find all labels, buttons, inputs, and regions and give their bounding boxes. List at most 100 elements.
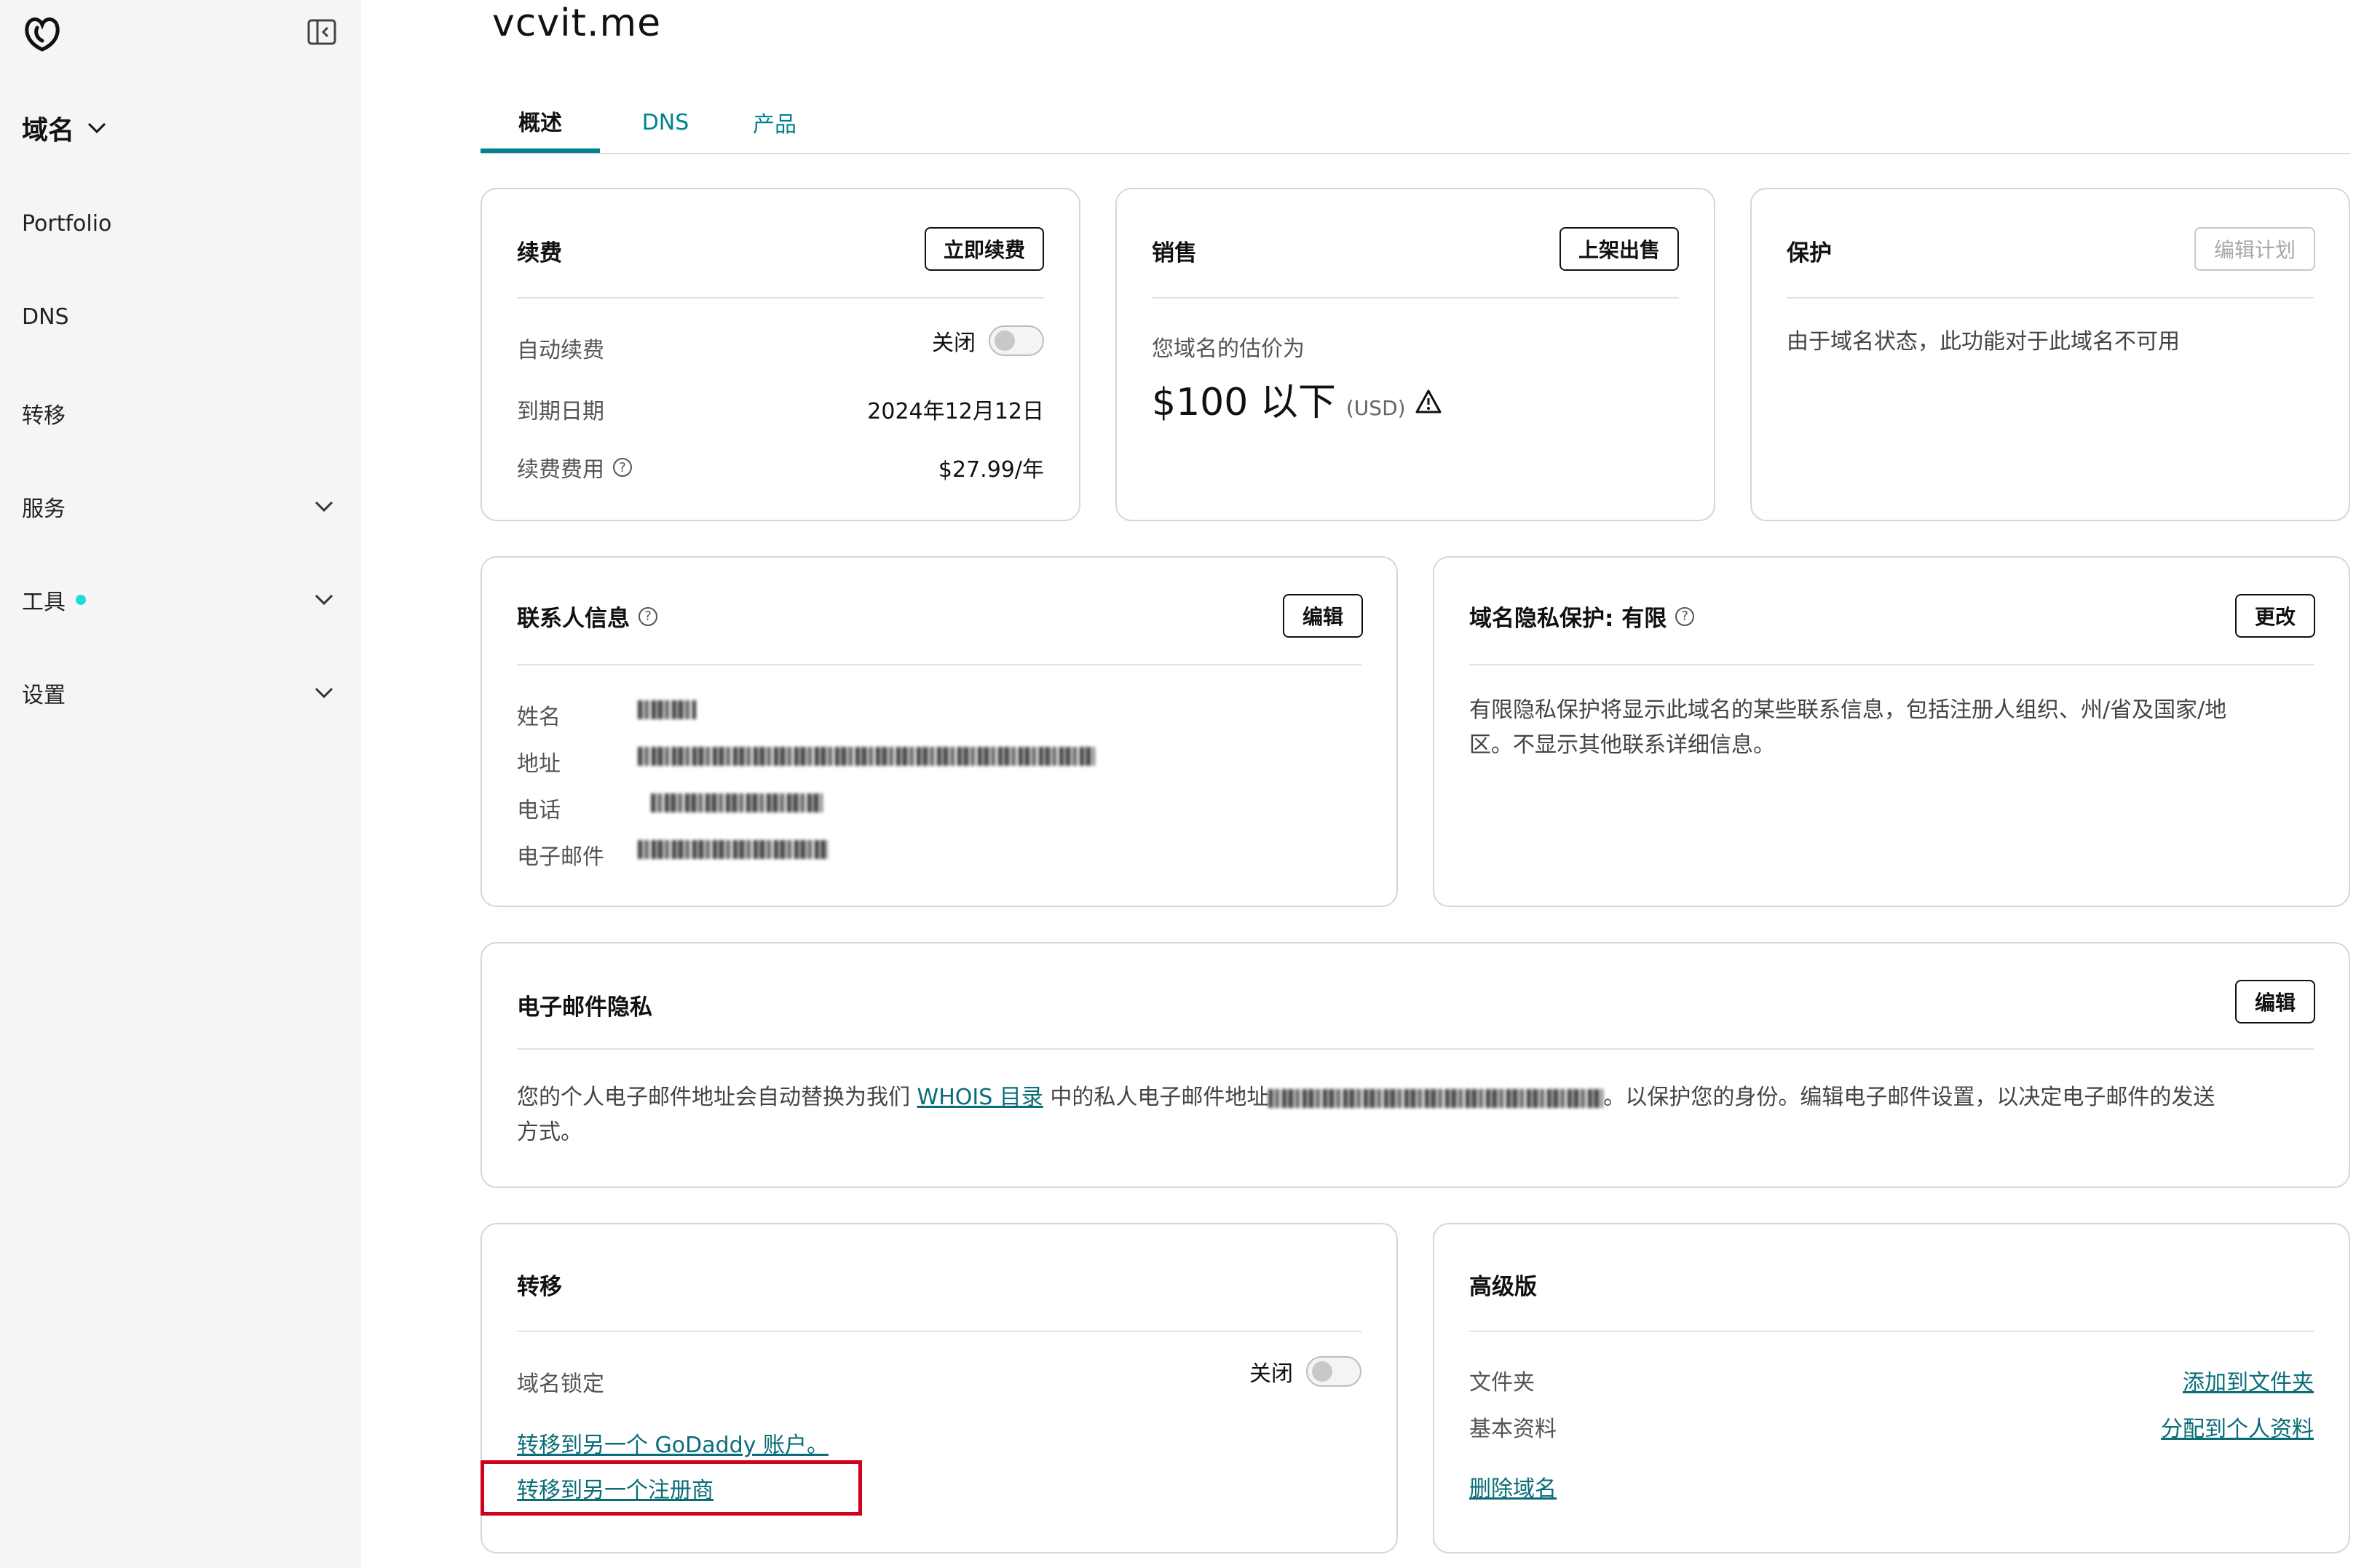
divider bbox=[517, 664, 1361, 665]
chevron-down-icon bbox=[87, 122, 106, 134]
auto-renew-control: 关闭 bbox=[932, 325, 1044, 357]
divider bbox=[517, 1331, 1361, 1332]
card-title: 高级版 bbox=[1469, 1274, 1537, 1300]
domain-lock-status: 关闭 bbox=[1249, 1361, 1293, 1387]
protection-message: 由于域名状态，此功能对于此域名不可用 bbox=[1787, 329, 2180, 355]
card-title-row: 联系人信息 ? bbox=[517, 600, 657, 633]
expiry-value: 2024年12月12日 bbox=[867, 399, 1044, 424]
card-title: 域名隐私保护: 有限 bbox=[1469, 606, 1667, 632]
card-title: 销售 bbox=[1152, 240, 1197, 266]
email-privacy-message: 您的个人电子邮件地址会自动替换为我们 WHOIS 目录 中的私人电子邮件地址 。以… bbox=[517, 1080, 2322, 1150]
domain-switch-label: 域名 bbox=[22, 116, 75, 146]
sidebar-item-label: 工具 bbox=[22, 590, 66, 615]
whois-directory-link[interactable]: WHOIS 目录 bbox=[917, 1085, 1043, 1110]
contact-name-value bbox=[638, 700, 696, 719]
sidebar-item-label: DNS bbox=[22, 304, 69, 330]
contact-phone-value bbox=[651, 793, 823, 812]
edit-email-privacy-button[interactable]: 编辑 bbox=[2235, 980, 2315, 1023]
warning-icon[interactable] bbox=[1415, 389, 1442, 415]
sidebar-item-dns[interactable]: DNS bbox=[22, 304, 335, 330]
tab-dns[interactable]: DNS bbox=[616, 93, 715, 151]
list-for-sale-button[interactable]: 上架出售 bbox=[1559, 227, 1679, 271]
sidebar: 域名 Portfolio DNS 转移 服务 工具 设置 bbox=[0, 0, 361, 1568]
auto-renew-label: 自动续费 bbox=[517, 338, 604, 363]
estimate-label: 您域名的估价为 bbox=[1152, 336, 1305, 362]
premium-card: 高级版 文件夹 添加到文件夹 基本资料 分配到个人资料 删除域名 bbox=[1433, 1223, 2350, 1553]
masked-email bbox=[1268, 1088, 1604, 1108]
domain-privacy-card: 域名隐私保护: 有限 ? 更改 有限隐私保护将显示此域名的某些联系信息，包括注册… bbox=[1433, 556, 2350, 907]
profile-label: 基本资料 bbox=[1469, 1417, 1557, 1442]
notification-dot-icon bbox=[76, 595, 86, 605]
contact-phone-label: 电话 bbox=[517, 798, 561, 823]
email-privacy-line: 方式。 bbox=[517, 1120, 582, 1145]
divider bbox=[1469, 1331, 2314, 1332]
help-icon[interactable]: ? bbox=[639, 606, 657, 626]
domain-lock-toggle[interactable] bbox=[1306, 1356, 1361, 1387]
divider bbox=[1787, 297, 2314, 298]
highlight-box bbox=[481, 1460, 862, 1516]
email-privacy-text: 您的个人电子邮件地址会自动替换为我们 bbox=[517, 1085, 910, 1110]
edit-contact-button[interactable]: 编辑 bbox=[1283, 594, 1363, 638]
help-icon[interactable]: ? bbox=[1675, 606, 1695, 626]
divider bbox=[1469, 664, 2314, 665]
contact-email-value bbox=[638, 840, 829, 859]
renewal-fee-value: $27.99/年 bbox=[938, 457, 1044, 483]
edit-plan-button[interactable]: 编辑计划 bbox=[2194, 227, 2315, 271]
godaddy-logo-icon[interactable] bbox=[20, 12, 64, 55]
renewal-fee-text: 续费费用 bbox=[517, 457, 604, 483]
tab-label: 产品 bbox=[753, 112, 796, 138]
tab-overview[interactable]: 概述 bbox=[481, 93, 600, 153]
add-to-folder-link[interactable]: 添加到文件夹 bbox=[2183, 1364, 2314, 1396]
delete-domain-link[interactable]: 删除域名 bbox=[1469, 1470, 1557, 1502]
contact-address-label: 地址 bbox=[517, 751, 561, 777]
tab-products[interactable]: 产品 bbox=[731, 93, 818, 151]
card-title: 保护 bbox=[1787, 240, 1832, 266]
domain-switch-menu[interactable]: 域名 bbox=[22, 109, 108, 147]
protection-card: 保护 编辑计划 由于域名状态，此功能对于此域名不可用 bbox=[1750, 188, 2350, 521]
email-privacy-line: 您的个人电子邮件地址会自动替换为我们 WHOIS 目录 中的私人电子邮件地址 。以… bbox=[517, 1080, 2322, 1115]
sidebar-item-transfer[interactable]: 转移 bbox=[22, 397, 335, 429]
page-title: vcvit.me bbox=[492, 1, 662, 45]
privacy-message-line: 有限隐私保护将显示此域名的某些联系信息，包括注册人组织、州/省及国家/地 bbox=[1469, 697, 2227, 723]
currency-label: (USD) bbox=[1345, 396, 1406, 420]
renewal-card: 续费 立即续费 自动续费 关闭 到期日期 2024年12月12日 续费费用 ? … bbox=[481, 188, 1080, 521]
renewal-fee-label: 续费费用 ? bbox=[517, 451, 632, 483]
chevron-down-icon bbox=[315, 501, 333, 512]
sidebar-item-portfolio[interactable]: Portfolio bbox=[22, 211, 335, 237]
collapse-sidebar-icon[interactable] bbox=[306, 17, 338, 47]
card-title: 转移 bbox=[517, 1274, 562, 1300]
sidebar-item-tools[interactable]: 工具 bbox=[22, 584, 335, 616]
change-privacy-button[interactable]: 更改 bbox=[2235, 594, 2315, 638]
divider bbox=[517, 297, 1044, 298]
email-privacy-text: 。以保护您的身份。编辑电子邮件设置，以决定电子邮件的发送 bbox=[1603, 1085, 2215, 1110]
assign-to-profile-link[interactable]: 分配到个人资料 bbox=[2161, 1411, 2314, 1443]
chevron-down-icon bbox=[315, 687, 333, 699]
privacy-message-line: 区。不显示其他联系详细信息。 bbox=[1469, 732, 1775, 758]
renew-now-button[interactable]: 立即续费 bbox=[925, 227, 1044, 271]
contact-name-label: 姓名 bbox=[517, 705, 561, 730]
email-privacy-text: 中的私人电子邮件地址 bbox=[1050, 1085, 1269, 1110]
sidebar-item-services[interactable]: 服务 bbox=[22, 491, 335, 523]
sidebar-item-label: 转移 bbox=[22, 403, 66, 429]
folder-label: 文件夹 bbox=[1469, 1370, 1535, 1395]
expiry-label: 到期日期 bbox=[517, 399, 604, 424]
sale-card: 销售 上架出售 您域名的估价为 $100 以下 (USD) bbox=[1115, 188, 1715, 521]
tab-label: DNS bbox=[641, 109, 689, 135]
sidebar-item-settings[interactable]: 设置 bbox=[22, 677, 335, 709]
privacy-message: 有限隐私保护将显示此域名的某些联系信息，包括注册人组织、州/省及国家/地 区。不… bbox=[1469, 693, 2314, 763]
chevron-down-icon bbox=[315, 594, 333, 606]
estimate-value: $100 以下 bbox=[1152, 381, 1336, 424]
domain-lock-label: 域名锁定 bbox=[517, 1371, 604, 1397]
divider bbox=[1152, 297, 1679, 298]
contact-email-label: 电子邮件 bbox=[517, 844, 604, 870]
card-title-row: 域名隐私保护: 有限 ? bbox=[1469, 600, 1695, 633]
contact-address-value bbox=[638, 747, 1095, 766]
transfer-to-godaddy-account-link[interactable]: 转移到另一个 GoDaddy 账户。 bbox=[517, 1427, 829, 1459]
auto-renew-toggle[interactable] bbox=[989, 325, 1044, 356]
card-title: 联系人信息 bbox=[517, 606, 630, 632]
divider bbox=[517, 1048, 2314, 1050]
email-privacy-card: 电子邮件隐私 编辑 您的个人电子邮件地址会自动替换为我们 WHOIS 目录 中的… bbox=[481, 942, 2350, 1188]
help-icon[interactable]: ? bbox=[613, 458, 632, 477]
contact-info-card: 联系人信息 ? 编辑 姓名 地址 电话 电子邮件 bbox=[481, 556, 1398, 907]
sidebar-item-label: 服务 bbox=[22, 496, 66, 522]
